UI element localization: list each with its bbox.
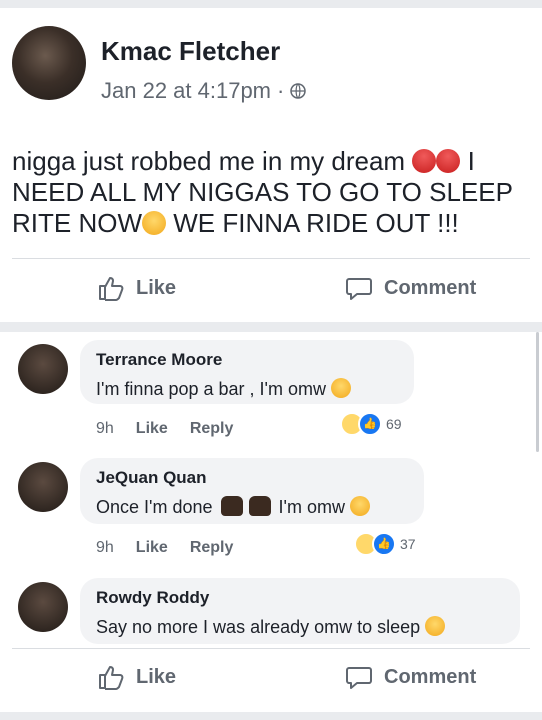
comment-bubble: Rowdy Roddy Say no more I was already om… bbox=[80, 578, 520, 644]
scrollbar[interactable] bbox=[536, 332, 539, 452]
comment-time[interactable]: 9h bbox=[96, 420, 114, 438]
angry-face-emoji bbox=[436, 149, 461, 173]
comment-meta: 9h Like Reply bbox=[96, 420, 233, 438]
post-body-line-3: RITE NOW WE FINNA RIDE OUT !!! bbox=[12, 208, 459, 238]
comment-reactions[interactable]: 👍 37 bbox=[354, 532, 416, 556]
post-card: Kmac Fletcher Jan 22 at 4:17pm · nigga j… bbox=[0, 8, 542, 322]
comment-button[interactable]: Comment bbox=[344, 273, 476, 303]
post-timestamp[interactable]: Jan 22 at 4:17pm bbox=[101, 78, 271, 104]
comment-meta: 9h Like Reply bbox=[96, 539, 233, 557]
comment-text: I'm finna pop a bar , I'm omw bbox=[96, 378, 351, 400]
comment-reactions[interactable]: 👍 69 bbox=[340, 412, 402, 436]
sleeping-face-emoji bbox=[425, 616, 446, 636]
thumbs-up-icon bbox=[99, 666, 124, 690]
globe-icon bbox=[290, 83, 307, 99]
post-body-line-2: NEED ALL MY NIGGAS TO GO TO SLEEP bbox=[12, 177, 513, 207]
post-body: nigga just robbed me in my dream I NEED … bbox=[12, 146, 540, 239]
angry-face-emoji bbox=[412, 149, 437, 173]
comment-bubble: JeQuan Quan Once I'm done I'm omw bbox=[80, 458, 424, 524]
comment-like-link[interactable]: Like bbox=[136, 420, 168, 438]
clapping-hands-emoji bbox=[248, 496, 271, 516]
sleeping-face-emoji bbox=[330, 378, 351, 398]
comment-text: Say no more I was already omw to sleep bbox=[96, 616, 446, 638]
commenter-avatar[interactable] bbox=[18, 462, 68, 512]
post-actions: Like Comment bbox=[0, 273, 542, 313]
post-body-line-1: nigga just robbed me in my dream I bbox=[12, 146, 475, 176]
footer-actions: Like Comment bbox=[0, 662, 542, 702]
comments-section: Terrance Moore I'm finna pop a bar , I'm… bbox=[0, 332, 542, 712]
footer-divider bbox=[12, 648, 530, 649]
comment-button[interactable]: Comment bbox=[344, 662, 476, 692]
commenter-name[interactable]: JeQuan Quan bbox=[96, 468, 207, 488]
post-divider bbox=[12, 258, 530, 259]
speech-bubble-icon bbox=[346, 278, 372, 300]
author-avatar[interactable] bbox=[12, 26, 86, 100]
sleeping-face-emoji bbox=[349, 496, 370, 516]
like-button[interactable]: Like bbox=[96, 662, 176, 692]
sleeping-face-emoji bbox=[142, 211, 166, 235]
commenter-avatar[interactable] bbox=[18, 344, 68, 394]
post-meta: Jan 22 at 4:17pm · bbox=[101, 78, 307, 104]
meta-separator: · bbox=[277, 78, 285, 103]
comment-reply-link[interactable]: Reply bbox=[190, 539, 234, 557]
like-button[interactable]: Like bbox=[96, 273, 176, 303]
comment-time[interactable]: 9h bbox=[96, 539, 114, 557]
clapping-hands-emoji bbox=[220, 496, 243, 516]
commenter-avatar[interactable] bbox=[18, 582, 68, 632]
speech-bubble-icon bbox=[346, 667, 372, 689]
comment-text: Once I'm done I'm omw bbox=[96, 496, 370, 518]
commenter-name[interactable]: Terrance Moore bbox=[96, 350, 222, 370]
like-reaction-icon: 👍 bbox=[358, 412, 382, 436]
comment-bubble: Terrance Moore I'm finna pop a bar , I'm… bbox=[80, 340, 414, 404]
comment-reply-link[interactable]: Reply bbox=[190, 420, 234, 438]
post-author-name[interactable]: Kmac Fletcher bbox=[101, 36, 280, 67]
reaction-count: 69 bbox=[386, 416, 402, 432]
like-reaction-icon: 👍 bbox=[372, 532, 396, 556]
reaction-count: 37 bbox=[400, 536, 416, 552]
thumbs-up-icon bbox=[99, 277, 124, 301]
comment-like-link[interactable]: Like bbox=[136, 539, 168, 557]
commenter-name[interactable]: Rowdy Roddy bbox=[96, 588, 209, 608]
